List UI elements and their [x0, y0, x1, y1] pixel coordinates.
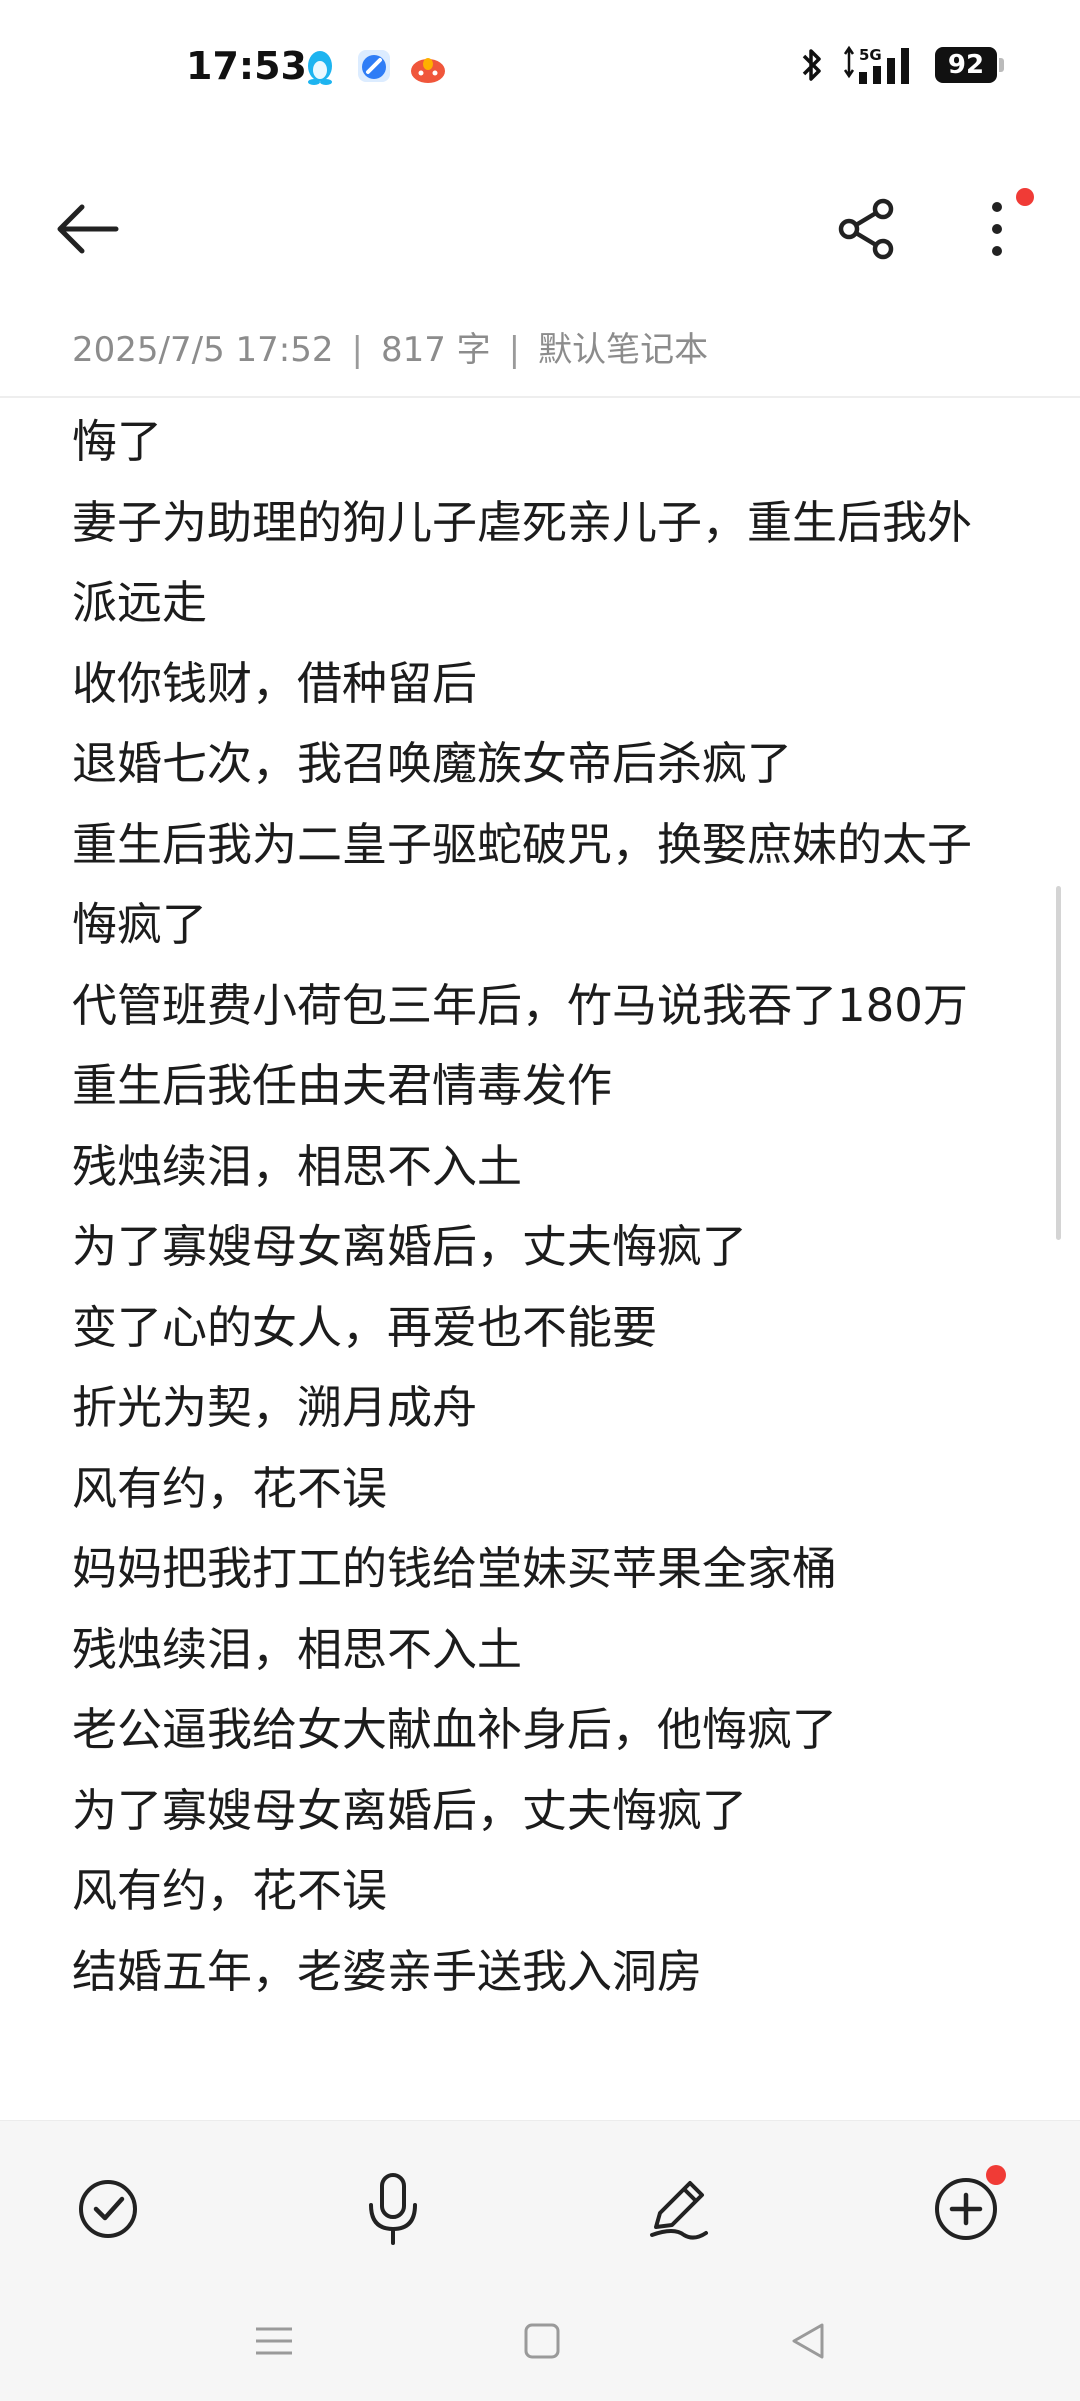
qq-penguin-icon [308, 51, 332, 85]
share-icon [838, 198, 894, 260]
bluetooth-icon [802, 49, 821, 81]
note-meta: 2025/7/5 17:52 | 817 字 | 默认笔记本 [72, 322, 708, 371]
note-line[interactable]: 为了寡嫂母女离婚后，丈夫悔疯了 [72, 1207, 1012, 1288]
note-line[interactable]: 残烛续泪，相思不入土 [72, 1610, 1012, 1691]
note-line[interactable]: 代管班费小荷包三年后，竹马说我吞了180万 [72, 966, 1012, 1047]
microphone-icon [369, 2173, 417, 2245]
nav-home-button[interactable] [502, 2301, 582, 2381]
network-type: 5G [859, 46, 882, 64]
meta-separator: | [508, 330, 521, 370]
nav-menu-button[interactable] [234, 2301, 314, 2381]
home-square-icon [524, 2323, 560, 2359]
note-line[interactable]: 妻子为助理的狗儿子虐死亲儿子，重生后我外派远走 [72, 483, 1012, 644]
handwriting-button[interactable] [628, 2159, 728, 2259]
notebook-name[interactable]: 默认笔记本 [538, 330, 708, 370]
note-line[interactable]: 折光为契，溯月成舟 [72, 1368, 1012, 1449]
back-button[interactable] [40, 184, 130, 274]
system-icons: 5G 92 [797, 44, 1004, 86]
more-vertical-icon [992, 202, 1002, 256]
note-line[interactable]: 妈妈把我打工的钱给堂妹买苹果全家桶 [72, 1529, 1012, 1610]
note-line[interactable]: 重生后我任由夫君情毒发作 [72, 1046, 1012, 1127]
add-button[interactable] [916, 2159, 1016, 2259]
arrow-left-icon [57, 204, 119, 254]
word-count: 817 字 [380, 330, 491, 370]
pen-icon [650, 2181, 708, 2240]
note-line[interactable]: 重生后我为二皇子驱蛇破咒，换娶庶妹的太子悔疯了 [72, 805, 1012, 966]
note-line[interactable]: 为了寡嫂母女离婚后，丈夫悔疯了 [72, 1771, 1012, 1852]
more-badge [1016, 188, 1034, 206]
notification-icons [300, 46, 448, 86]
voice-input-button[interactable] [343, 2159, 443, 2259]
checklist-button[interactable] [58, 2159, 158, 2259]
note-line[interactable]: 退婚七次，我召唤魔族女帝后杀疯了 [72, 724, 1012, 805]
back-triangle-icon [792, 2323, 824, 2359]
app-bar [0, 160, 1080, 280]
add-circle-icon [935, 2178, 997, 2240]
more-button[interactable] [952, 184, 1042, 274]
red-app-icon [411, 58, 445, 83]
header-divider [0, 396, 1080, 398]
checklist-icon [79, 2180, 137, 2238]
battery-indicator: 92 [935, 47, 997, 83]
note-line[interactable]: 风有约，花不误 [72, 1851, 1012, 1932]
battery-tip [999, 58, 1004, 72]
blue-app-icon [358, 50, 390, 82]
note-body[interactable]: 悔了 妻子为助理的狗儿子虐死亲儿子，重生后我外派远走 收你钱财，借种留后 退婚七… [72, 402, 1012, 2120]
note-line[interactable]: 收你钱财，借种留后 [72, 644, 1012, 725]
scrollbar[interactable] [1056, 886, 1061, 1240]
note-line[interactable]: 残烛续泪，相思不入土 [72, 1127, 1012, 1208]
menu-icon [256, 2327, 292, 2355]
note-line[interactable]: 变了心的女人，再爱也不能要 [72, 1288, 1012, 1369]
add-badge [986, 2165, 1006, 2185]
nav-back-button[interactable] [768, 2301, 848, 2381]
note-line[interactable]: 结婚五年，老婆亲手送我入洞房 [72, 1932, 1012, 2013]
status-time: 17:53 [186, 44, 307, 88]
bottom-toolbar [0, 2120, 1080, 2401]
note-line[interactable]: 风有约，花不误 [72, 1449, 1012, 1530]
signal-icon: 5G [843, 45, 909, 84]
meta-separator: | [351, 330, 363, 370]
share-button[interactable] [822, 184, 912, 274]
note-date: 2025/7/5 17:52 [72, 330, 334, 370]
note-line[interactable]: 悔了 [72, 402, 1012, 483]
note-line[interactable]: 老公逼我给女大献血补身后，他悔疯了 [72, 1690, 1012, 1771]
status-bar: 17:53 5G 92 [0, 0, 1080, 140]
